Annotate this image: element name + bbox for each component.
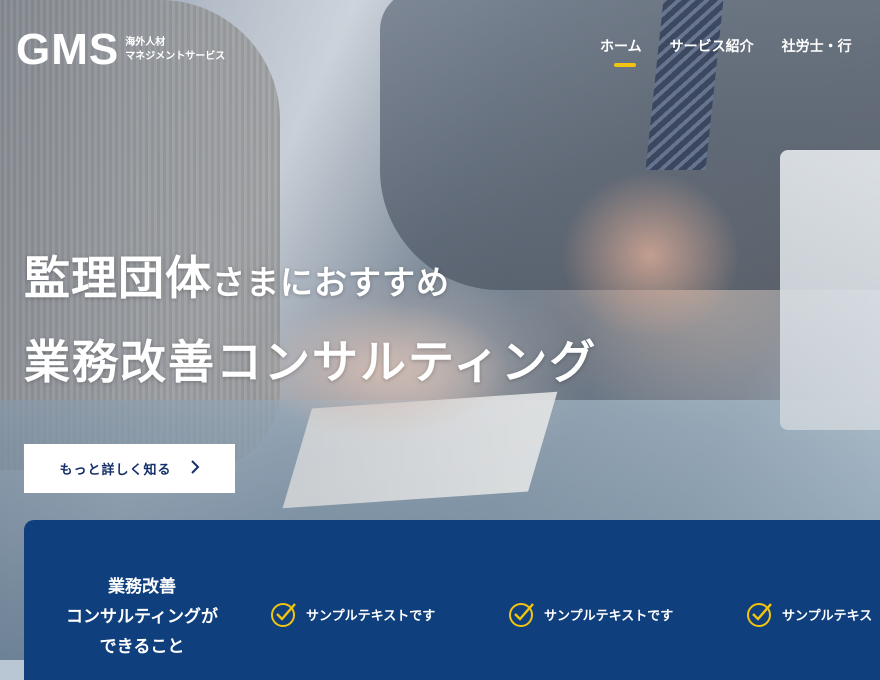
- panel-title: 業務改善 コンサルティングが できること: [52, 572, 232, 662]
- logo-tagline-line2: マネジメントサービス: [125, 51, 226, 62]
- panel-title-line3: できること: [99, 637, 185, 657]
- hero-heading-line1: 監理団体さまにおすすめ: [24, 242, 450, 308]
- logo-mark: GMS: [16, 25, 120, 74]
- check-circle-icon: [746, 600, 774, 628]
- site-logo[interactable]: GMS 海外人材 マネジメントサービス: [16, 28, 225, 72]
- feature-text: サンプルテキス: [782, 608, 873, 624]
- learn-more-label: もっと詳しく知る: [59, 463, 172, 478]
- panel-title-line2: コンサルティングが: [66, 607, 218, 627]
- check-circle-icon: [270, 600, 298, 628]
- logo-tagline: 海外人材 マネジメントサービス: [125, 36, 225, 64]
- learn-more-button[interactable]: もっと詳しく知る: [24, 444, 235, 493]
- main-nav: ホーム サービス紹介 社労士・行: [600, 36, 852, 67]
- hero-heading-large: 監理団体: [24, 251, 212, 305]
- chevron-right-icon: [190, 459, 200, 478]
- consulting-features-panel: 業務改善 コンサルティングが できること サンプルテキストです サンプルテキスト…: [24, 520, 880, 680]
- hero-heading-line2: 業務改善コンサルティング: [24, 335, 598, 389]
- nav-item-sharoushi[interactable]: 社労士・行: [782, 36, 852, 56]
- hero-heading-small: さまにおすすめ: [212, 263, 450, 302]
- feature-item: サンプルテキストです: [270, 600, 435, 628]
- logo-tagline-line1: 海外人材: [125, 37, 166, 48]
- panel-title-line1: 業務改善: [108, 577, 176, 597]
- feature-text: サンプルテキストです: [544, 608, 674, 624]
- feature-text: サンプルテキストです: [306, 608, 436, 624]
- check-circle-icon: [508, 600, 536, 628]
- feature-item: サンプルテキストです: [508, 600, 673, 628]
- nav-item-services[interactable]: サービス紹介: [670, 36, 754, 56]
- nav-item-home[interactable]: ホーム: [600, 36, 642, 67]
- feature-item: サンプルテキス: [746, 600, 872, 628]
